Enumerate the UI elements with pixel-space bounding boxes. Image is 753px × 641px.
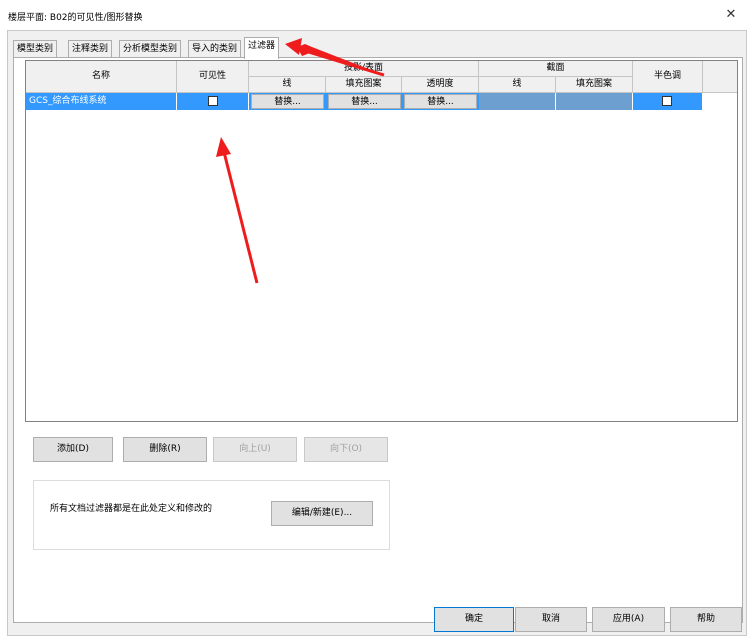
- annotation-arrows: [216, 38, 385, 284]
- arrow-to-visibility-checkbox-icon: [216, 137, 259, 284]
- tab-filters[interactable]: 过滤器: [244, 37, 280, 59]
- arrow-to-filters-tab-icon: [285, 38, 385, 77]
